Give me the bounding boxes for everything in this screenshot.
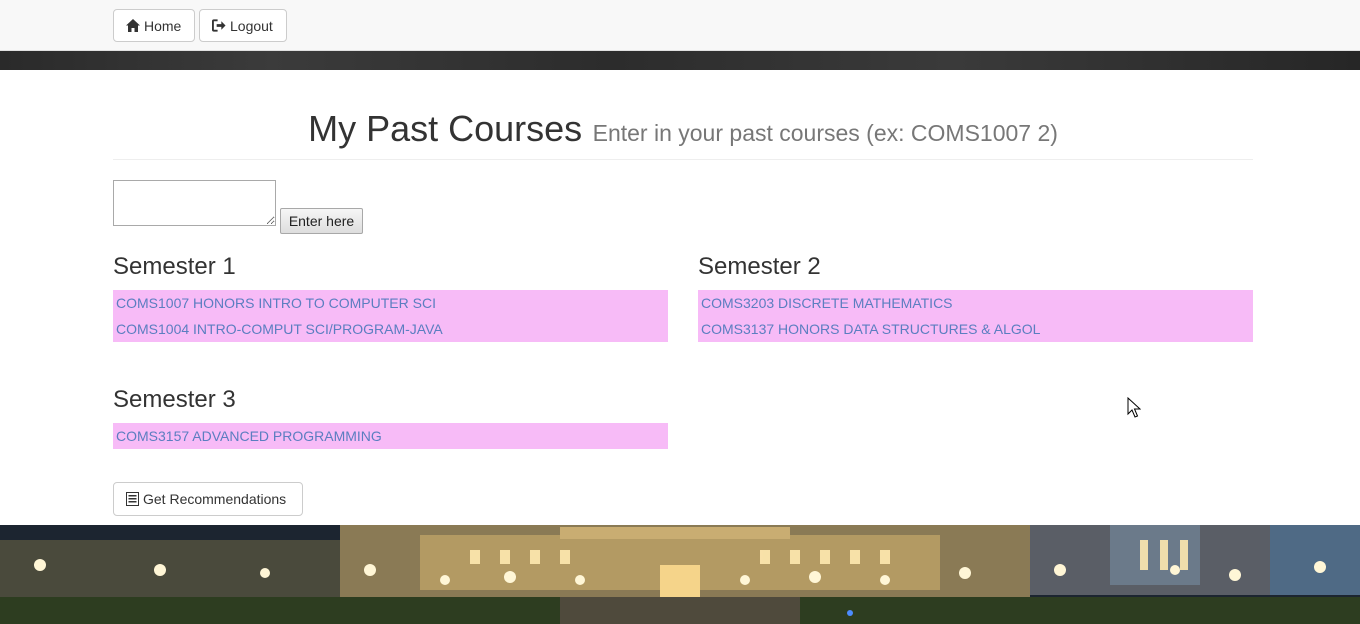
home-button[interactable]: Home [113, 9, 195, 42]
semester-2-course-list: COMS3203 DISCRETE MATHEMATICS COMS3137 H… [698, 290, 1253, 342]
course-item[interactable]: COMS1004 INTRO-COMPUT SCI/PROGRAM-JAVA [113, 316, 668, 342]
semester-3-course-list: COMS3157 ADVANCED PROGRAMMING [113, 423, 668, 449]
page-title: My Past Courses Enter in your past cours… [113, 108, 1253, 150]
logout-button-label: Logout [230, 17, 273, 34]
get-recommendations-button[interactable]: Get Recommendations [113, 482, 303, 516]
home-icon [126, 19, 140, 33]
course-item[interactable]: COMS3157 ADVANCED PROGRAMMING [113, 423, 668, 449]
header-banner-strip [0, 51, 1360, 70]
mouse-cursor-icon [1127, 396, 1142, 424]
course-input[interactable] [113, 180, 276, 226]
campus-footer-image [0, 525, 1360, 624]
course-item[interactable]: COMS1007 HONORS INTRO TO COMPUTER SCI [113, 290, 668, 316]
semester-3-title: Semester 3 [113, 386, 236, 413]
get-recommendations-label: Get Recommendations [143, 491, 287, 507]
semester-1-title: Semester 1 [113, 253, 236, 280]
enter-button[interactable]: Enter here [280, 208, 363, 234]
semester-2-title: Semester 2 [698, 253, 821, 280]
course-item[interactable]: COMS3137 HONORS DATA STRUCTURES & ALGOL [698, 316, 1253, 342]
semester-1-course-list: COMS1007 HONORS INTRO TO COMPUTER SCI CO… [113, 290, 668, 342]
page-title-text: My Past Courses [308, 108, 583, 149]
logout-button[interactable]: Logout [199, 9, 287, 42]
top-navbar: Home Logout [0, 0, 1360, 51]
page-subtitle: Enter in your past courses (ex: COMS1007… [592, 120, 1058, 146]
home-button-label: Home [144, 17, 182, 34]
course-item[interactable]: COMS3203 DISCRETE MATHEMATICS [698, 290, 1253, 316]
title-divider [113, 159, 1253, 160]
logout-icon [212, 19, 226, 33]
list-icon [126, 492, 139, 506]
